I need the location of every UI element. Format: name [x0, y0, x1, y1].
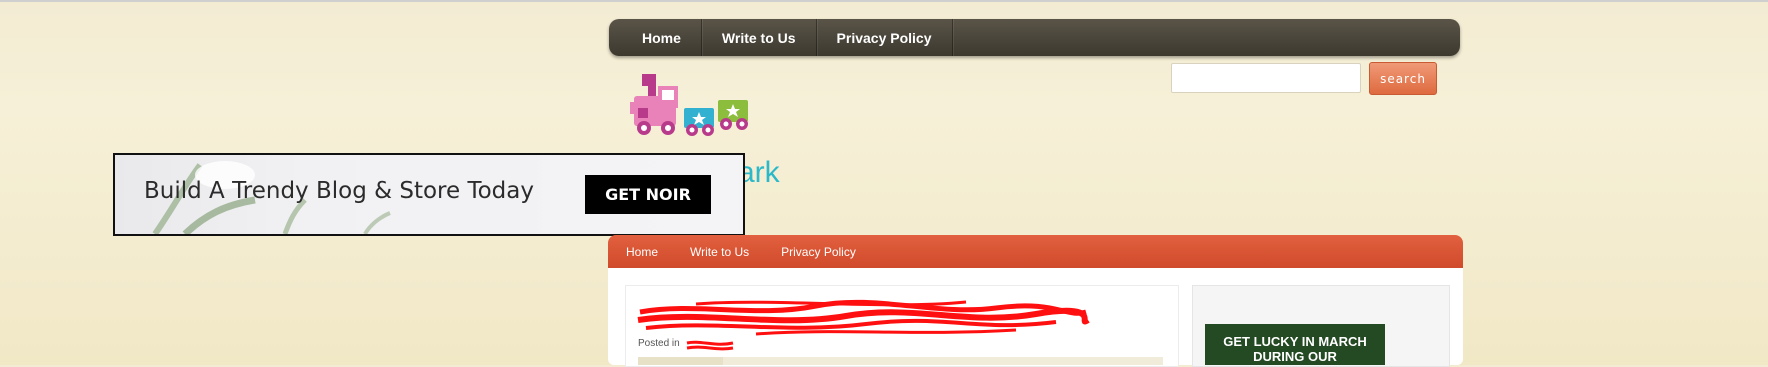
search-button[interactable]: search: [1369, 62, 1437, 95]
main-nav: Home Write to Us Privacy Policy: [608, 235, 1463, 269]
ad-banner[interactable]: Build A Trendy Blog & Store Today GET NO…: [113, 153, 745, 236]
main-nav-privacy-policy[interactable]: Privacy Policy: [765, 245, 872, 259]
main-nav-write-to-us[interactable]: Write to Us: [674, 245, 765, 259]
promo-line-2: DURING OUR: [1253, 349, 1337, 364]
top-nav-home[interactable]: Home: [609, 19, 702, 56]
promo-banner[interactable]: GET LUCKY IN MARCH DURING OUR: [1205, 324, 1385, 365]
search-input[interactable]: [1171, 63, 1361, 93]
ad-headline: Build A Trendy Blog & Store Today: [144, 178, 534, 204]
posted-in-label: Posted in: [638, 338, 680, 349]
window-top-border: [0, 0, 1768, 2]
top-nav: Home Write to Us Privacy Policy: [609, 19, 1460, 56]
toy-train-logo-icon[interactable]: [630, 72, 770, 152]
top-nav-write-to-us[interactable]: Write to Us: [702, 19, 817, 56]
redacted-category: [686, 340, 734, 351]
redacted-post-title: [637, 299, 1090, 336]
main-nav-home[interactable]: Home: [608, 245, 674, 259]
get-noir-button[interactable]: GET NOIR: [585, 175, 711, 214]
promo-line-1: GET LUCKY IN MARCH: [1223, 334, 1367, 349]
post-meta-bar-segment: [638, 357, 723, 365]
top-nav-privacy-policy[interactable]: Privacy Policy: [817, 19, 953, 56]
